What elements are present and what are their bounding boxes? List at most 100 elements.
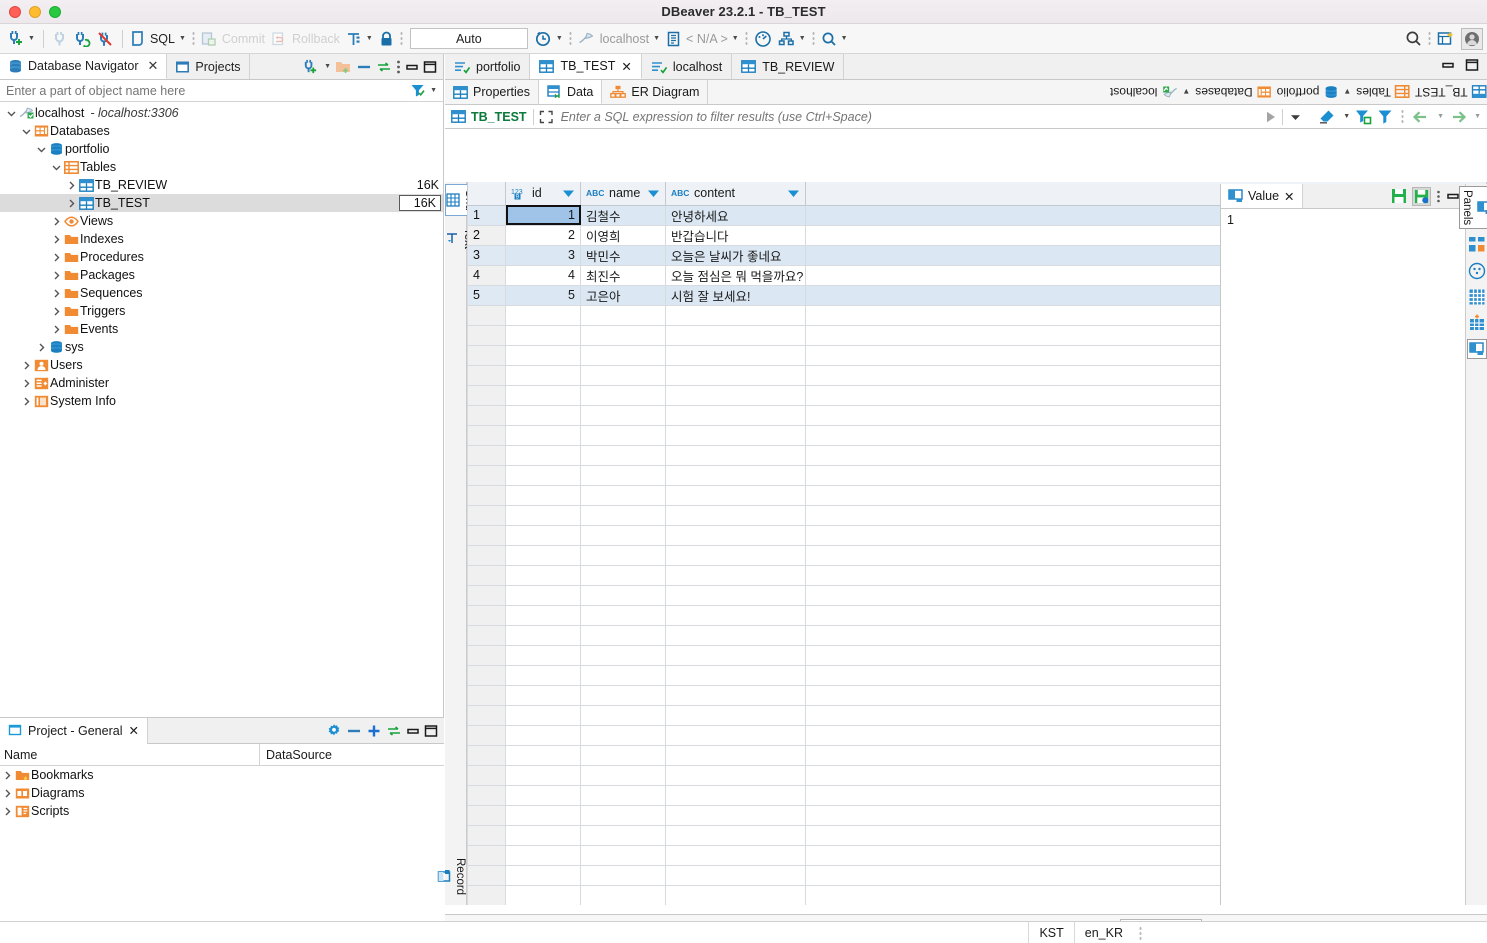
tree-item-sys[interactable]: sys [0, 338, 443, 356]
disconnect-button[interactable] [49, 27, 71, 51]
new-folder-icon[interactable] [335, 59, 352, 74]
save-value-icon[interactable] [1391, 188, 1407, 204]
chevron-right-icon[interactable] [49, 307, 63, 316]
chevron-down-icon[interactable]: ▼ [430, 87, 437, 94]
cell-name[interactable]: 고은아 [580, 284, 666, 306]
tree-item-users[interactable]: Users [0, 356, 443, 374]
sidebar-item-database-navigator[interactable]: Database Navigator ✕ [0, 54, 168, 79]
chevron-down-icon[interactable] [49, 163, 63, 172]
chevron-right-icon[interactable] [64, 199, 78, 208]
tree-item-tables[interactable]: Tables [0, 158, 443, 176]
row-number[interactable]: 2 [467, 224, 506, 246]
tree-item-portfolio[interactable]: portfolio [0, 140, 443, 158]
cell-content[interactable]: 안녕하세요 [665, 204, 806, 226]
tab-localhost[interactable]: localhost [642, 54, 733, 79]
value-panel-toggle-icon[interactable] [1466, 339, 1487, 360]
global-search-button[interactable] [1402, 27, 1425, 51]
column-header-datasource[interactable]: DataSource [260, 748, 332, 762]
navigate-back-button[interactable] [1412, 110, 1430, 124]
presentation-record[interactable]: Record [437, 854, 466, 899]
breadcrumb-localhost[interactable]: localhost [1110, 85, 1177, 99]
value-panel-menu-icon[interactable] [1436, 189, 1441, 204]
chevron-right-icon[interactable] [0, 771, 14, 780]
value-panel-content[interactable]: 1 [1221, 209, 1465, 231]
tree-item-triggers[interactable]: Triggers [0, 302, 443, 320]
clear-filter-button[interactable] [1319, 109, 1336, 125]
column-name[interactable]: ABC name [580, 182, 666, 206]
link-editor-icon[interactable] [376, 60, 392, 74]
tab-tb-review[interactable]: TB_REVIEW [732, 54, 845, 79]
breadcrumb-tables[interactable]: Tables [1357, 85, 1411, 99]
chevron-right-icon[interactable] [0, 807, 14, 816]
chevron-right-icon[interactable] [49, 217, 63, 226]
tab-project-general[interactable]: Project - General ✕ [0, 717, 148, 744]
column-sort-icon[interactable] [787, 189, 800, 198]
close-icon[interactable]: ✕ [621, 59, 631, 74]
save-filter-button[interactable] [1355, 109, 1372, 125]
chevron-down-icon[interactable]: ▼ [1343, 113, 1350, 120]
grid-panel-icon[interactable] [1467, 287, 1487, 307]
chevron-down-icon[interactable] [19, 127, 33, 136]
chevron-right-icon[interactable] [19, 379, 33, 388]
chevron-right-icon[interactable] [0, 789, 14, 798]
chevron-down-icon[interactable]: ▼ [1183, 88, 1191, 97]
chevron-down-icon[interactable]: ▼ [732, 35, 739, 42]
open-perspective-button[interactable] [1434, 27, 1458, 51]
breadcrumb-portfolio[interactable]: portfolio [1277, 85, 1339, 100]
connection-selector[interactable]: localhost ▼ [575, 27, 663, 51]
tree-item-localhost[interactable]: localhost - localhost:3306 [0, 104, 443, 122]
navigator-filter-input[interactable] [0, 82, 411, 99]
row-number[interactable]: 5 [467, 284, 506, 306]
row-number[interactable]: 4 [467, 264, 506, 286]
cell-content[interactable]: 반갑습니다 [665, 224, 806, 246]
tab-er-diagram[interactable]: ER Diagram [602, 80, 709, 104]
link-editor-icon[interactable] [386, 724, 402, 738]
auto-save-value-icon[interactable] [1412, 186, 1431, 206]
new-connection-button[interactable]: ▼ [4, 27, 38, 51]
chevron-down-icon[interactable]: ▼ [28, 35, 35, 42]
project-tree-item-bookmarks[interactable]: Bookmarks [0, 766, 444, 784]
column-id[interactable]: 123 9 id [505, 182, 581, 206]
disconnect-all-button[interactable] [94, 27, 117, 51]
user-avatar[interactable] [1461, 27, 1483, 50]
chevron-right-icon[interactable] [34, 343, 48, 352]
tree-item-sequences[interactable]: Sequences [0, 284, 443, 302]
reconnect-button[interactable] [71, 27, 94, 51]
view-menu-icon[interactable] [396, 59, 401, 75]
column-sort-icon[interactable] [562, 189, 575, 198]
tab-tb-test[interactable]: TB_TEST ✕ [530, 54, 642, 79]
chevron-down-icon[interactable]: ▼ [653, 35, 660, 42]
tree-item-tb-review[interactable]: TB_REVIEW 16K [0, 176, 443, 194]
dashboard-button[interactable] [751, 27, 775, 51]
auto-commit-indicator[interactable]: Auto [409, 28, 528, 49]
tree-item-views[interactable]: Views [0, 212, 443, 230]
tree-item-procedures[interactable]: Procedures [0, 248, 443, 266]
cell-id[interactable]: 5 [505, 284, 581, 306]
chevron-down-icon[interactable]: ▼ [556, 35, 563, 42]
chevron-down-icon[interactable]: ▼ [324, 63, 331, 70]
chevron-down-icon[interactable]: ▼ [1437, 113, 1444, 120]
query-history-button[interactable]: ▼ [532, 27, 566, 51]
chevron-down-icon[interactable]: ▼ [841, 35, 848, 42]
cell-content[interactable]: 오늘 점심은 뭐 먹을까요? [665, 264, 806, 286]
cell-id[interactable]: 2 [505, 224, 581, 246]
commit-button[interactable]: Commit [198, 27, 268, 51]
tab-properties[interactable]: Properties [445, 80, 539, 104]
row-number-header[interactable] [467, 182, 506, 206]
close-icon[interactable]: ✕ [128, 723, 138, 738]
cell-name[interactable]: 김철수 [580, 204, 666, 226]
chevron-right-icon[interactable] [49, 271, 63, 280]
new-connection-icon[interactable] [302, 59, 318, 75]
chevron-right-icon[interactable] [49, 253, 63, 262]
database-selector[interactable]: < N/A > ▼ [663, 27, 742, 51]
chevron-right-icon[interactable] [19, 361, 33, 370]
metadata-panel-icon[interactable] [1467, 313, 1487, 333]
cell-content[interactable]: 오늘은 날씨가 좋네요 [665, 244, 806, 266]
filter-history-dropdown[interactable] [1288, 110, 1303, 124]
editor-maximize-icon[interactable] [1465, 58, 1479, 72]
maximize-icon[interactable] [423, 60, 437, 74]
value-panel-tab[interactable]: Value ✕ [1221, 184, 1303, 208]
chevron-right-icon[interactable] [64, 181, 78, 190]
value-panel-minimize-icon[interactable] [1446, 189, 1460, 203]
chevron-right-icon[interactable] [19, 397, 33, 406]
